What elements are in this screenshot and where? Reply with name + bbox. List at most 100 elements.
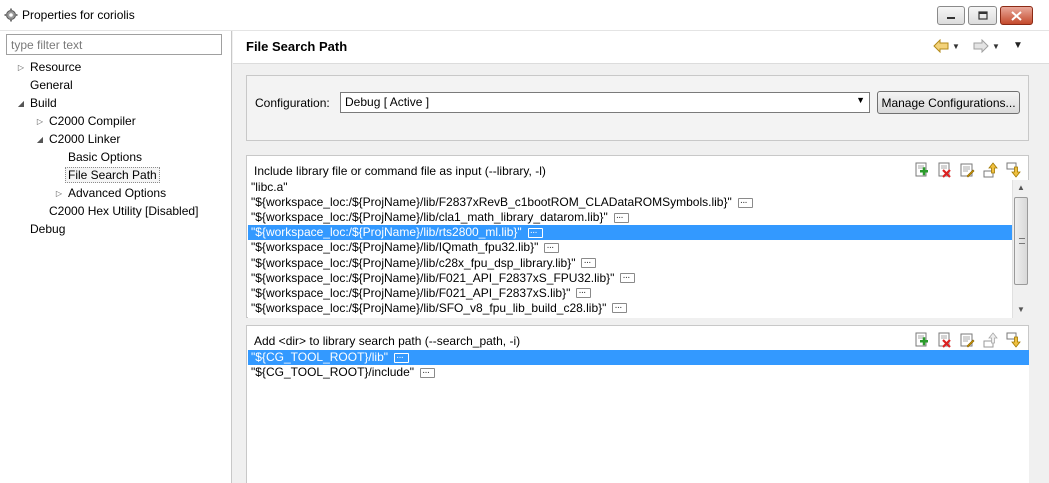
list-item[interactable]: "${workspace_loc:/${ProjName}/lib/F2837x…	[248, 195, 1029, 210]
list-item[interactable]: "${workspace_loc:/${ProjName}/lib/SFO_v8…	[248, 300, 1029, 316]
close-icon	[1011, 10, 1022, 21]
configuration-label: Configuration:	[255, 96, 330, 110]
tree-item-debug[interactable]: Debug	[30, 221, 65, 238]
grip-icon	[1019, 238, 1025, 244]
properties-page: File Search Path ▼ ▼ ▼ Configuration: De…	[233, 31, 1049, 483]
move-up-icon[interactable]	[982, 162, 998, 178]
list-item-text: "${workspace_loc:/${ProjName}/lib/IQmath…	[251, 240, 539, 255]
configuration-select[interactable]: Debug [ Active ] ▼	[340, 92, 870, 113]
list-item-text: "${workspace_loc:/${ProjName}/lib/c28x_f…	[251, 255, 576, 270]
search-path-toolbar	[913, 332, 1021, 348]
list-item-text: "${CG_TOOL_ROOT}/include"	[251, 365, 415, 380]
list-item-text: "${workspace_loc:/${ProjName}/lib/F021_A…	[251, 285, 571, 300]
ellipsis-icon[interactable]	[420, 365, 436, 380]
configuration-value: Debug [ Active ]	[345, 95, 430, 109]
properties-nav-pane: ▷ Resource General ◢ Build ▷ C2000 Compi…	[0, 31, 232, 483]
search-path-group: Add <dir> to library search path (--sear…	[246, 325, 1029, 483]
list-item-text: "libc.a"	[251, 180, 288, 195]
back-arrow-icon	[933, 39, 949, 53]
ellipsis-icon[interactable]	[394, 350, 410, 365]
list-item[interactable]: "${workspace_loc:/${ProjName}/lib/F021_A…	[248, 270, 1029, 286]
tree-item-file-search-path[interactable]: File Search Path	[65, 167, 160, 184]
tree-item-label: C2000 Compiler	[49, 114, 136, 128]
move-up-icon[interactable]	[982, 332, 998, 348]
tree-item-label: General	[30, 78, 73, 92]
ellipsis-icon[interactable]	[576, 285, 592, 300]
add-icon[interactable]	[913, 162, 929, 178]
edit-icon[interactable]	[959, 162, 975, 178]
maximize-button[interactable]	[968, 6, 997, 25]
list-item[interactable]: "${workspace_loc:/${ProjName}/lib/cla1_m…	[248, 210, 1029, 225]
delete-icon[interactable]	[936, 332, 952, 348]
back-button[interactable]: ▼	[933, 38, 960, 54]
library-files-list[interactable]: "libc.a" "${workspace_loc:/${ProjName}/l…	[248, 180, 1029, 318]
view-menu-icon[interactable]: ▼	[1013, 40, 1023, 51]
scroll-up-icon[interactable]: ▲	[1013, 180, 1029, 196]
window-title: Properties for coriolis	[22, 8, 135, 22]
close-button[interactable]	[1000, 6, 1033, 25]
tree-item-label: File Search Path	[65, 167, 160, 183]
edit-icon[interactable]	[959, 332, 975, 348]
list-item[interactable]: "${workspace_loc:/${ProjName}/lib/F021_A…	[248, 285, 1029, 301]
scroll-down-icon[interactable]: ▼	[1013, 302, 1029, 318]
minimize-icon	[947, 16, 955, 19]
maximize-icon	[977, 11, 988, 20]
ellipsis-icon[interactable]	[620, 270, 636, 285]
list-item[interactable]: "libc.a"	[248, 180, 1029, 195]
page-header: File Search Path ▼ ▼ ▼	[233, 31, 1049, 64]
gear-icon	[4, 8, 18, 22]
chevron-down-icon: ▼	[856, 95, 865, 105]
chevron-down-icon[interactable]: ▼	[992, 42, 1000, 51]
minimize-button[interactable]	[937, 6, 965, 25]
tree-item-basic-options[interactable]: Basic Options	[68, 149, 142, 166]
chevron-down-icon[interactable]: ◢	[35, 131, 45, 148]
ellipsis-icon[interactable]	[737, 195, 753, 210]
chevron-down-icon[interactable]: ▼	[952, 42, 960, 51]
tree-item-label: Build	[30, 96, 57, 110]
configuration-group: Configuration: Debug [ Active ] ▼ Manage…	[246, 75, 1029, 141]
add-icon[interactable]	[913, 332, 929, 348]
list-item[interactable]: "${CG_TOOL_ROOT}/include"	[248, 365, 1029, 380]
delete-icon[interactable]	[936, 162, 952, 178]
list-item-text: "${workspace_loc:/${ProjName}/lib/cla1_m…	[251, 210, 608, 225]
forward-button[interactable]: ▼	[973, 38, 1000, 54]
list-item-text: "${CG_TOOL_ROOT}/lib"	[251, 350, 389, 365]
tree-item-label: C2000 Linker	[49, 132, 121, 146]
move-down-icon[interactable]	[1005, 332, 1021, 348]
chevron-down-icon[interactable]: ◢	[16, 95, 26, 112]
list-item-selected[interactable]: "${CG_TOOL_ROOT}/lib"	[248, 350, 1029, 366]
tree-item-label: Advanced Options	[68, 186, 167, 200]
list-item[interactable]: "${workspace_loc:/${ProjName}/lib/c28x_f…	[248, 255, 1029, 270]
window-titlebar: Properties for coriolis	[0, 0, 1049, 31]
list-item-text: "${workspace_loc:/${ProjName}/lib/F021_A…	[251, 270, 615, 285]
ellipsis-icon[interactable]	[581, 255, 597, 270]
chevron-right-icon[interactable]: ▷	[54, 185, 64, 202]
library-files-toolbar	[913, 162, 1021, 178]
move-down-icon[interactable]	[1005, 162, 1021, 178]
tree-item-general[interactable]: General	[30, 77, 73, 94]
library-files-group: Include library file or command file as …	[246, 155, 1029, 318]
tree-item-label: Basic Options	[68, 150, 143, 164]
list-item-selected[interactable]: "${workspace_loc:/${ProjName}/lib/rts280…	[248, 225, 1012, 241]
search-path-header: Add <dir> to library search path (--sear…	[254, 334, 521, 348]
chevron-right-icon[interactable]: ▷	[16, 59, 26, 76]
list-item-text: "${workspace_loc:/${ProjName}/lib/rts280…	[251, 225, 522, 240]
tree-item-label: C2000 Hex Utility [Disabled]	[49, 204, 199, 218]
manage-configurations-button[interactable]: Manage Configurations...	[877, 91, 1020, 114]
scrollbar-thumb[interactable]	[1014, 197, 1028, 285]
library-files-header: Include library file or command file as …	[254, 164, 546, 178]
chevron-right-icon[interactable]: ▷	[35, 113, 45, 130]
search-path-list[interactable]: "${CG_TOOL_ROOT}/lib" "${CG_TOOL_ROOT}/i…	[248, 350, 1029, 483]
list-item[interactable]: "${workspace_loc:/${ProjName}/lib/IQmath…	[248, 240, 1029, 255]
ellipsis-icon[interactable]	[613, 210, 629, 225]
tree-item-c2000-hex-utility[interactable]: C2000 Hex Utility [Disabled]	[49, 203, 198, 220]
ellipsis-icon[interactable]	[544, 240, 560, 255]
list-item-text: "${workspace_loc:/${ProjName}/lib/SFO_v8…	[251, 300, 607, 315]
ellipsis-icon[interactable]	[612, 300, 628, 315]
filter-input[interactable]	[6, 34, 222, 55]
forward-arrow-icon	[973, 39, 989, 53]
ellipsis-icon[interactable]	[527, 225, 543, 240]
page-title: File Search Path	[246, 39, 348, 54]
library-list-scrollbar[interactable]: ▲ ▼	[1012, 180, 1029, 318]
tree-item-label: Debug	[30, 222, 66, 236]
